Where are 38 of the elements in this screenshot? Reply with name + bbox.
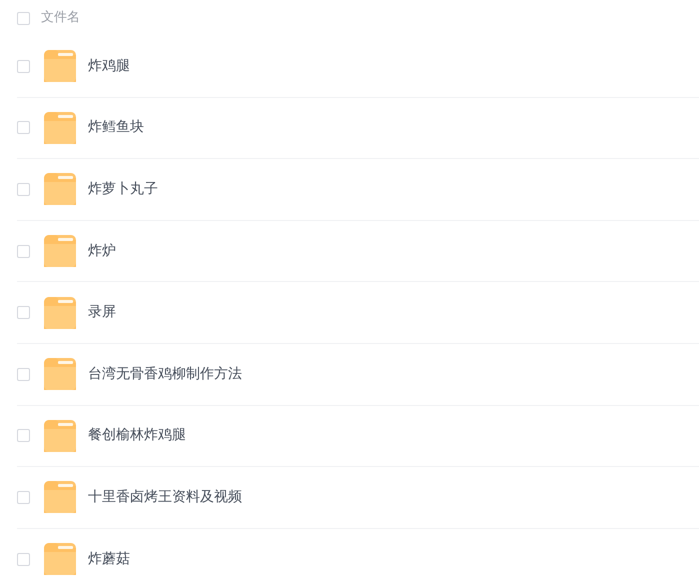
folder-icon: [44, 112, 76, 144]
file-row[interactable]: 炸鳕鱼块: [17, 98, 699, 158]
folder-icon: [44, 358, 76, 390]
folder-name: 台湾无骨香鸡柳制作方法: [88, 364, 242, 384]
file-row[interactable]: 炸萝卜丸子: [17, 159, 699, 220]
checkbox[interactable]: [17, 306, 30, 320]
file-row[interactable]: 台湾无骨香鸡柳制作方法: [17, 344, 699, 405]
checkbox[interactable]: [17, 121, 30, 134]
checkbox[interactable]: [17, 368, 30, 381]
column-header: 文件名: [41, 9, 80, 28]
checkbox[interactable]: [17, 12, 30, 24]
file-row[interactable]: 炸鸡腿: [17, 36, 699, 97]
file-row[interactable]: 录屏: [17, 282, 699, 343]
file-row[interactable]: 炸蘑菇: [17, 528, 699, 588]
folder-name: 炸鸡腿: [88, 56, 130, 76]
folder-name: 炸萝卜丸子: [88, 180, 158, 199]
folder-name: 炸蘑菇: [88, 550, 130, 569]
checkbox[interactable]: [17, 182, 30, 196]
folder-icon: [44, 543, 76, 576]
folder-name: 十里香卤烤王资料及视频: [88, 488, 242, 507]
file-row[interactable]: 十里香卤烤王资料及视频: [17, 467, 699, 528]
checkbox[interactable]: [17, 244, 30, 258]
file-row[interactable]: 炸炉: [17, 220, 699, 282]
folder-name: 炸鳕鱼块: [88, 118, 144, 138]
folder-name: 录屏: [88, 303, 116, 322]
folder-icon: [44, 481, 76, 514]
checkbox[interactable]: [17, 552, 30, 566]
folder-name: 炸炉: [88, 242, 116, 261]
checkbox[interactable]: [17, 429, 30, 442]
folder-icon: [44, 50, 76, 82]
checkbox[interactable]: [17, 60, 30, 73]
file-row[interactable]: 餐创榆林炸鸡腿: [17, 406, 699, 466]
folder-icon: [44, 296, 76, 329]
checkbox[interactable]: [17, 490, 30, 504]
folder-icon: [44, 420, 76, 452]
folder-icon: [44, 173, 76, 206]
folder-name: 餐创榆林炸鸡腿: [88, 426, 186, 446]
folder-icon: [44, 235, 76, 268]
